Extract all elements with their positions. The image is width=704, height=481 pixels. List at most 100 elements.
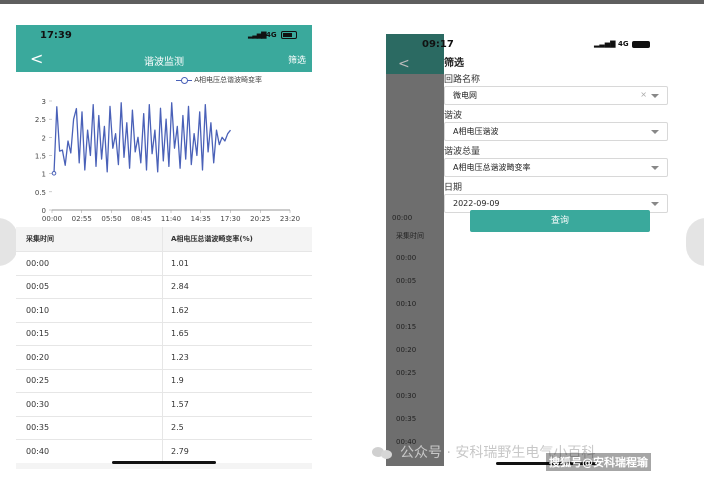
filter-screen: 09:17 ▂▃▅▇ 4G < 00:00 采集时间 00:00 00:05 00:…	[386, 34, 678, 466]
top-border	[0, 0, 704, 4]
chevron-down-icon	[651, 130, 659, 134]
y-tick-label: 1.5	[35, 153, 46, 161]
table-row: 00:30 1.57	[16, 392, 312, 416]
total-select[interactable]: A相电压总谐波畸变率	[444, 158, 668, 177]
x-tick-label: 17:30	[220, 215, 240, 223]
harmonic-select[interactable]: A相电压谐波	[444, 122, 668, 141]
cell-value: 2.79	[171, 446, 189, 456]
table-row: 00:15 1.65	[16, 321, 312, 345]
cell-value: 1.65	[171, 329, 189, 339]
source-badge: 搜狐号@安科瑞程瑜	[546, 453, 651, 471]
dim-table-row: 00:35	[396, 415, 417, 423]
dim-table-row: 00:15	[396, 323, 417, 331]
page: 17:39 ▂▃▅▇ 4G < 谐波监测 筛选 A相电压总谐波畸变率 0 0.5 1…	[0, 0, 704, 481]
cell-time: 00:40	[16, 440, 163, 463]
total-value: A相电压总谐波畸变率	[453, 163, 531, 172]
harmonic-monitor-screen: 17:39 ▂▃▅▇ 4G < 谐波监测 筛选 A相电压总谐波畸变率 0 0.5 1…	[16, 25, 312, 469]
x-tick-label: 23:20	[280, 215, 300, 223]
cell-value: 2.5	[171, 423, 184, 433]
x-tick-label: 08:45	[131, 215, 151, 223]
harmonic-chart: A相电压总谐波畸变率 0 0.5 1 1.5 2 2.5 3 00:00 02:55 05:50 0…	[16, 72, 312, 227]
chevron-down-icon	[651, 166, 659, 170]
cell-time: 00:10	[16, 299, 163, 322]
date-value: 2022-09-09	[453, 199, 500, 208]
dim-table-row: 00:00	[396, 254, 417, 262]
signal-icon: ▂▃▅▇	[248, 31, 267, 39]
chart-svg: 0 0.5 1 1.5 2 2.5 3 00:00 02:55 05:50 08:45 11:40 14…	[35, 98, 300, 223]
dim-table-row: 00:30	[396, 392, 417, 400]
x-tick-label: 14:35	[191, 215, 211, 223]
dim-table-row: 00:20	[396, 346, 417, 354]
status-bar: 17:39 ▂▃▅▇ 4G	[16, 25, 312, 46]
field-label-total: 谐波总量	[444, 147, 481, 157]
cell-time: 00:30	[16, 393, 163, 416]
filter-title: 筛选	[444, 58, 464, 69]
cell-value: 2.84	[171, 282, 189, 292]
cell-time: 00:00	[16, 252, 163, 275]
cell-time: 00:35	[16, 416, 163, 439]
network-label: 4G	[266, 31, 277, 39]
cell-time: 00:15	[16, 322, 163, 345]
field-label-date: 日期	[444, 183, 463, 193]
signal-icon-2: ▂▃▅▇ 4G	[594, 40, 629, 48]
x-tick-label: 00:00	[42, 215, 62, 223]
clear-icon[interactable]: ×	[640, 90, 647, 99]
table-row: 00:40 2.79	[16, 439, 312, 463]
field-label-harmonic: 谐波	[444, 111, 463, 121]
cell-time: 00:05	[16, 275, 163, 298]
dim-axis-label: 00:00	[392, 214, 413, 222]
cell-value: 1.62	[171, 305, 189, 315]
home-indicator	[112, 461, 216, 464]
filter-button[interactable]: 筛选	[288, 53, 306, 66]
harmonic-value: A相电压谐波	[453, 127, 499, 136]
nav-bar: < 谐波监测 筛选	[16, 46, 312, 72]
wechat-icon	[372, 445, 394, 461]
circuit-select[interactable]: 微电网 ×	[444, 86, 668, 105]
table-row: 00:05 2.84	[16, 274, 312, 298]
filter-panel: 筛选 回路名称 微电网 × 谐波 A相电压谐波 谐波总量 A相电压总谐波畸变率 …	[444, 52, 678, 213]
cell-value: 1.23	[171, 352, 189, 362]
dimmed-background[interactable]	[386, 34, 444, 466]
y-tick-label: 2	[42, 134, 46, 142]
back-icon-2: <	[398, 56, 410, 72]
start-point	[51, 171, 57, 176]
x-tick-label: 02:55	[72, 215, 92, 223]
table-row: 00:25 1.9	[16, 368, 312, 392]
dim-table-row: 00:05	[396, 277, 417, 285]
chevron-down-icon	[651, 94, 659, 98]
cell-time: 00:25	[16, 369, 163, 392]
table-row: 00:10 1.62	[16, 298, 312, 322]
field-label-circuit: 回路名称	[444, 75, 481, 85]
y-tick-label: 0.5	[35, 189, 46, 197]
query-button[interactable]: 查询	[470, 210, 650, 232]
battery-icon	[281, 31, 297, 39]
x-tick-label: 05:50	[101, 215, 121, 223]
cell-value: 1.01	[171, 258, 189, 268]
chevron-down-icon	[651, 202, 659, 206]
header-time: 采集时间	[16, 227, 163, 251]
status-time: 17:39	[40, 30, 72, 41]
status-time-2: 09:17	[422, 39, 454, 50]
y-tick-label: 2.5	[35, 116, 46, 124]
circuit-value: 微电网	[453, 91, 477, 100]
dim-table-header: 采集时间	[396, 232, 424, 240]
next-slide-button[interactable]	[686, 218, 704, 266]
cell-value: 1.57	[171, 399, 189, 409]
table-row: 00:00 1.01	[16, 251, 312, 275]
y-tick-label: 1	[42, 171, 46, 179]
dim-table-row: 00:25	[396, 369, 417, 377]
y-tick-label: 3	[42, 98, 46, 106]
cell-value: 1.9	[171, 376, 184, 386]
page-title: 谐波监测	[144, 57, 184, 68]
y-tick-label: 0	[42, 207, 46, 215]
dim-table-row: 00:10	[396, 300, 417, 308]
network-label-2: 4G	[617, 40, 629, 48]
cell-time: 00:20	[16, 346, 163, 369]
x-tick-label: 11:40	[161, 215, 181, 223]
battery-icon-2	[632, 41, 650, 48]
x-tick-label: 20:25	[250, 215, 270, 223]
header-thd: A相电压总谐波畸变率(%)	[171, 235, 253, 243]
table-row: 00:35 2.5	[16, 415, 312, 439]
table-header: 采集时间 A相电压总谐波畸变率(%)	[16, 227, 312, 251]
data-table: 采集时间 A相电压总谐波畸变率(%) 00:00 1.01 00:05 2.84 00:…	[16, 227, 312, 463]
